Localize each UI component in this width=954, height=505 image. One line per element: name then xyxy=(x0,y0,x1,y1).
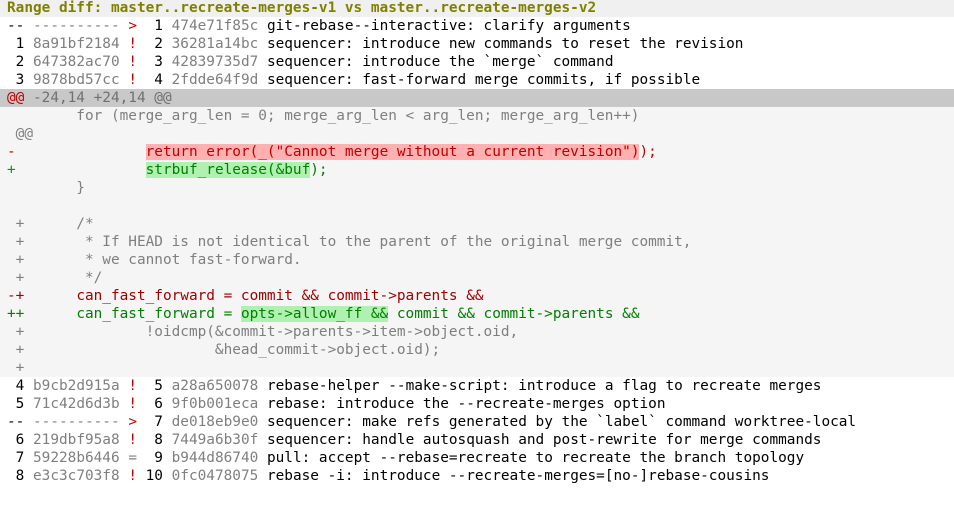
diff-added-line: ++ can_fast_forward = opts->allow_ff && … xyxy=(7,306,640,322)
diff-prefix: ++ xyxy=(7,306,77,322)
left-commit-number: 2 xyxy=(7,54,33,70)
right-commit-oid: 474e71f85c xyxy=(171,18,267,34)
diff-removed-highlight: return error(_("Cannot merge without a c… xyxy=(145,144,640,160)
compare-symbol: ! xyxy=(128,432,137,448)
left-commit-number: 3 xyxy=(7,72,33,88)
left-commit-oid: ---------- xyxy=(33,18,129,34)
right-commit-oid: 36281a14bc xyxy=(171,36,267,52)
left-commit-oid: 219dbf95a8 xyxy=(33,432,129,448)
right-commit-oid: de018eb9e0 xyxy=(171,414,267,430)
right-commit-number: 8 xyxy=(136,432,172,448)
left-commit-oid: 59228b6446 xyxy=(33,450,129,466)
commit-subject: rebase-helper --make-script: introduce a… xyxy=(266,378,822,394)
compare-symbol: > xyxy=(128,18,137,34)
right-commit-number: 5 xyxy=(136,378,172,394)
hunk-marker: @@ xyxy=(7,90,25,106)
diff-prefix: + xyxy=(7,162,16,178)
right-commit-number: 9 xyxy=(136,450,172,466)
commit-pair-row: 4 b9cb2d915a ! 5 a28a650078 rebase-helpe… xyxy=(0,377,954,395)
diff-context-line: + * If HEAD is not identical to the pare… xyxy=(7,234,692,250)
commit-pair-row: 8 e3c3c703f8 ! 10 0fc0478075 rebase -i: … xyxy=(0,467,954,485)
diff-context-line: + &head_commit->object.oid); xyxy=(7,342,441,358)
left-commit-oid: b9cb2d915a xyxy=(33,378,129,394)
compare-symbol: ! xyxy=(128,36,137,52)
right-commit-oid: b944d86740 xyxy=(171,450,267,466)
commit-subject: sequencer: fast-forward merge commits, i… xyxy=(266,72,701,88)
right-commit-oid: a28a650078 xyxy=(171,378,267,394)
commit-subject: rebase: introduce the --recreate-merges … xyxy=(266,396,666,412)
commit-pair-row: 6 219dbf95a8 ! 8 7449a6b30f sequencer: h… xyxy=(0,431,954,449)
compare-symbol: ! xyxy=(128,54,137,70)
commit-subject: git-rebase--interactive: clarify argumen… xyxy=(266,18,631,34)
hunk-range: -24,14 +24,14 @@ xyxy=(24,90,172,106)
commit-pair-row: 1 8a91bf2184 ! 2 36281a14bc sequencer: i… xyxy=(0,35,954,53)
left-commit-number: -- xyxy=(7,18,33,34)
commit-subject: pull: accept --rebase=recreate to recrea… xyxy=(266,450,805,466)
diff-context-line: } xyxy=(7,180,85,196)
right-commit-number: 6 xyxy=(136,396,172,412)
diff-blank-line xyxy=(0,197,954,215)
compare-symbol: > xyxy=(128,414,137,430)
diff-inner-hunk-marker: @@ xyxy=(7,126,33,142)
right-commit-oid: 7449a6b30f xyxy=(171,432,267,448)
left-commit-oid: 71c42d6d3b xyxy=(33,396,129,412)
commit-pair-row: 2 647382ac70 ! 3 42839735d7 sequencer: i… xyxy=(0,53,954,71)
commit-pair-row: 3 9878bd57cc ! 4 2fdde64f9d sequencer: f… xyxy=(0,71,954,89)
commit-pair-row: -- ---------- > 7 de018eb9e0 sequencer: … xyxy=(0,413,954,431)
diff-context-line: for (merge_arg_len = 0; merge_arg_len < … xyxy=(7,108,640,124)
right-commit-number: 1 xyxy=(136,18,172,34)
left-commit-oid: 647382ac70 xyxy=(33,54,129,70)
diff-removed-line: -+ can_fast_forward = commit && commit->… xyxy=(7,288,484,304)
hunk-header: @@ -24,14 +24,14 @@ xyxy=(0,89,954,107)
left-commit-oid: 8a91bf2184 xyxy=(33,36,129,52)
diff-context-line: + */ xyxy=(7,270,103,286)
diff-context-line: + /* xyxy=(7,216,94,232)
right-commit-number: 3 xyxy=(136,54,172,70)
left-commit-oid: e3c3c703f8 xyxy=(33,468,129,484)
right-commit-number: 7 xyxy=(136,414,172,430)
commit-pair-row: 5 71c42d6d3b ! 6 9f0b001eca rebase: intr… xyxy=(0,395,954,413)
right-commit-number: 10 xyxy=(136,468,172,484)
compare-symbol: ! xyxy=(128,72,137,88)
right-commit-oid: 9f0b001eca xyxy=(171,396,267,412)
diff-added-line: + strbuf_release(&buf); xyxy=(7,162,328,178)
commit-subject: sequencer: make refs generated by the `l… xyxy=(266,414,857,430)
left-commit-number: 7 xyxy=(7,450,33,466)
diff-context-line: + !oidcmp(&commit->parents->item->object… xyxy=(7,324,519,340)
commit-subject: sequencer: handle autosquash and post-re… xyxy=(266,432,822,448)
diff-block: for (merge_arg_len = 0; merge_arg_len < … xyxy=(0,107,954,377)
left-commit-number: -- xyxy=(7,414,33,430)
right-commit-oid: 0fc0478075 xyxy=(171,468,267,484)
right-commit-oid: 42839735d7 xyxy=(171,54,267,70)
left-commit-number: 8 xyxy=(7,468,33,484)
diff-prefix: - xyxy=(7,144,16,160)
diff-added-highlight: strbuf_release(&buf xyxy=(145,162,311,178)
right-commit-oid: 2fdde64f9d xyxy=(171,72,267,88)
diff-added-highlight: opts->allow_ff && xyxy=(240,306,389,322)
commit-pair-row: 7 59228b6446 = 9 b944d86740 pull: accept… xyxy=(0,449,954,467)
left-commit-number: 6 xyxy=(7,432,33,448)
left-commit-oid: ---------- xyxy=(33,414,129,430)
diff-removed-line: - return error(_("Cannot merge without a… xyxy=(7,144,657,160)
commit-pair-row: -- ---------- > 1 474e71f85c git-rebase-… xyxy=(0,17,954,35)
right-commit-number: 2 xyxy=(136,36,172,52)
commit-pair-list-top: -- ---------- > 1 474e71f85c git-rebase-… xyxy=(0,17,954,89)
page-title: Range diff: master..recreate-merges-v1 v… xyxy=(0,0,954,17)
left-commit-oid: 9878bd57cc xyxy=(33,72,129,88)
commit-subject: sequencer: introduce the `merge` command xyxy=(266,54,614,70)
right-commit-number: 4 xyxy=(136,72,172,88)
diff-prefix: -+ xyxy=(7,288,77,304)
diff-context-line: + xyxy=(7,360,25,376)
compare-symbol: ! xyxy=(128,396,137,412)
left-commit-number: 1 xyxy=(7,36,33,52)
left-commit-number: 5 xyxy=(7,396,33,412)
compare-symbol: ! xyxy=(128,378,137,394)
commit-pair-list-bottom: 4 b9cb2d915a ! 5 a28a650078 rebase-helpe… xyxy=(0,377,954,485)
commit-subject: rebase -i: introduce --recreate-merges=[… xyxy=(266,468,770,484)
compare-symbol: ! xyxy=(128,468,137,484)
left-commit-number: 4 xyxy=(7,378,33,394)
compare-symbol: = xyxy=(128,450,137,466)
diff-context-line: + * we cannot fast-forward. xyxy=(7,252,302,268)
commit-subject: sequencer: introduce new commands to res… xyxy=(266,36,744,52)
